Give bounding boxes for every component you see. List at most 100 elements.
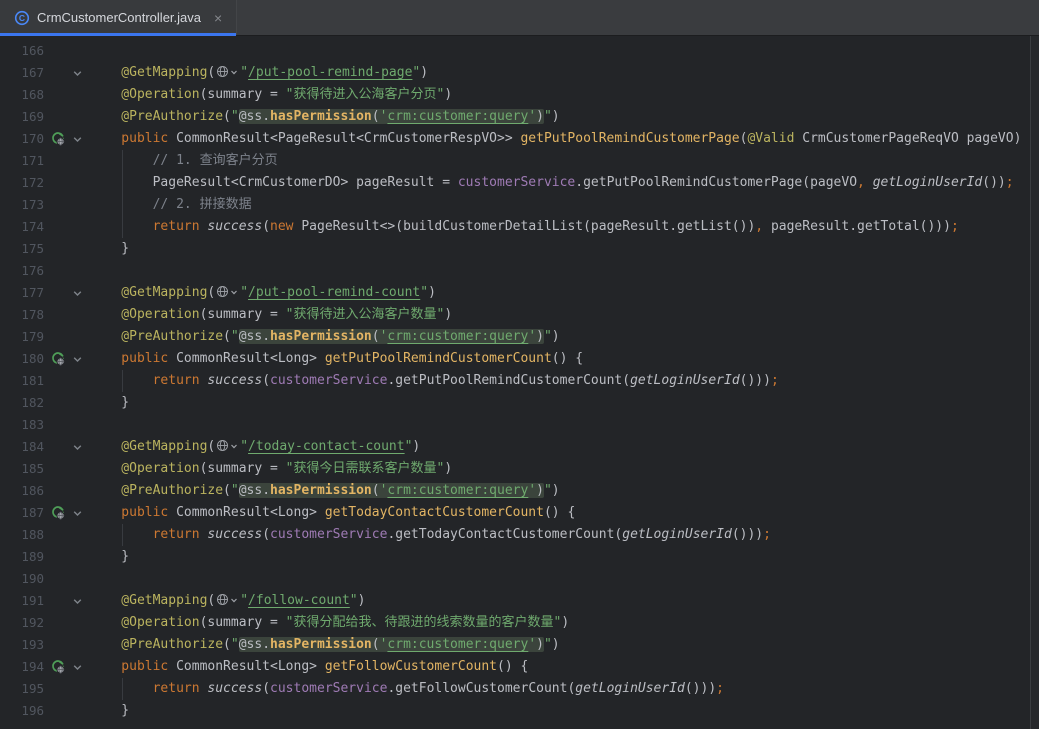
- code-token: ): [412, 439, 420, 454]
- code-line-text[interactable]: [90, 568, 1039, 590]
- code-token: ): [536, 637, 544, 652]
- fold-chevron[interactable]: [68, 508, 86, 519]
- code-line-text[interactable]: [90, 40, 1039, 62]
- code-token: crm:customer:query: [387, 637, 528, 652]
- tab-crmcustomercontroller[interactable]: C CrmCustomerController.java ×: [0, 0, 237, 35]
- fold-chevron[interactable]: [68, 442, 86, 453]
- code-line-text[interactable]: }: [90, 700, 1039, 722]
- editor-gutter: 179: [0, 326, 90, 348]
- line-number: 190: [0, 568, 44, 590]
- fold-chevron[interactable]: [68, 288, 86, 299]
- code-line-text[interactable]: public CommonResult<Long> getTodayContac…: [90, 502, 1039, 524]
- code-line-text[interactable]: }: [90, 546, 1039, 568]
- line-number: 172: [0, 172, 44, 194]
- code-line-text[interactable]: @GetMapping("/put-pool-remind-count"): [90, 282, 1039, 304]
- code-line-text[interactable]: [90, 260, 1039, 282]
- code-line-text[interactable]: public CommonResult<PageResult<CrmCustom…: [90, 128, 1039, 150]
- code-line-text[interactable]: @PreAuthorize("@ss.hasPermission('crm:cu…: [90, 106, 1039, 128]
- editor-gutter: 169: [0, 106, 90, 128]
- code-line-text[interactable]: @Operation(summary = "获得今日需联系客户数量"): [90, 458, 1039, 480]
- code-line: 193@PreAuthorize("@ss.hasPermission('crm…: [0, 634, 1039, 656]
- editor-gutter: 192: [0, 612, 90, 634]
- code-line-text[interactable]: public CommonResult<Long> getPutPoolRemi…: [90, 348, 1039, 370]
- tab-close-icon[interactable]: ×: [214, 10, 222, 26]
- code-line: 184@GetMapping("/today-contact-count"): [0, 436, 1039, 458]
- line-number: 182: [0, 392, 44, 414]
- injected-language-fragment: @ss.hasPermission('crm:customer:query'): [239, 483, 544, 498]
- code-line-text[interactable]: return success(new PageResult<>(buildCus…: [90, 216, 1039, 238]
- chevron-down-icon: [72, 596, 83, 607]
- chevron-down-icon: [72, 442, 83, 453]
- code-token: @GetMapping: [121, 65, 207, 80]
- chevron-down-icon: [230, 442, 238, 450]
- endpoint-gutter-icon[interactable]: [44, 351, 68, 367]
- code-line-text[interactable]: PageResult<CrmCustomerDO> pageResult = c…: [90, 172, 1039, 194]
- code-line-text[interactable]: @Operation(summary = "获得分配给我、待跟进的线索数量的客户…: [90, 612, 1039, 634]
- code-editor[interactable]: 166167@GetMapping("/put-pool-remind-page…: [0, 36, 1039, 729]
- code-line-text[interactable]: @PreAuthorize("@ss.hasPermission('crm:cu…: [90, 480, 1039, 502]
- code-line-text[interactable]: // 2. 拼接数据: [90, 194, 1039, 216]
- endpoint-gutter-icon[interactable]: [44, 131, 68, 147]
- code-line-text[interactable]: @GetMapping("/follow-count"): [90, 590, 1039, 612]
- code-token: @PreAuthorize: [121, 637, 223, 652]
- http-get-globe-inlay-icon[interactable]: [216, 439, 238, 452]
- code-line-text[interactable]: return success(customerService.getTodayC…: [90, 524, 1039, 546]
- code-token: ": [544, 109, 552, 124]
- java-class-icon: C: [14, 10, 30, 26]
- code-token: (: [372, 109, 380, 124]
- code-token: /today-contact-count: [248, 439, 405, 454]
- http-get-globe-inlay-icon[interactable]: [216, 65, 238, 78]
- code-token: ): [428, 285, 436, 300]
- code-line-text[interactable]: @GetMapping("/put-pool-remind-page"): [90, 62, 1039, 84]
- code-token: (summary =: [200, 461, 286, 476]
- editor-gutter: 191: [0, 590, 90, 612]
- code-line: 178 @Operation(summary = "获得待进入公海客户数量"): [0, 304, 1039, 326]
- code-token: ): [444, 307, 452, 322]
- code-line-text[interactable]: @Operation(summary = "获得待进入公海客户数量"): [90, 304, 1039, 326]
- code-line: 194public CommonResult<Long> getFollowCu…: [0, 656, 1039, 678]
- scrollbar-track[interactable]: [1030, 36, 1039, 729]
- code-line-text[interactable]: @GetMapping("/today-contact-count"): [90, 436, 1039, 458]
- code-token: CommonResult<Long>: [176, 351, 325, 366]
- code-line: 172 PageResult<CrmCustomerDO> pageResult …: [0, 172, 1039, 194]
- code-token: .: [262, 483, 270, 498]
- code-token: customerService: [458, 175, 575, 190]
- svg-text:C: C: [19, 13, 25, 23]
- code-line-text[interactable]: return success(customerService.getPutPoo…: [90, 370, 1039, 392]
- endpoint-gutter-icon[interactable]: [44, 505, 68, 521]
- code-line: 182}: [0, 392, 1039, 414]
- http-get-globe-inlay-icon[interactable]: [216, 285, 238, 298]
- code-line-text[interactable]: public CommonResult<Long> getFollowCusto…: [90, 656, 1039, 678]
- code-token: ": [240, 439, 248, 454]
- code-line: 176: [0, 260, 1039, 282]
- http-get-globe-inlay-icon[interactable]: [216, 593, 238, 606]
- fold-chevron[interactable]: [68, 596, 86, 607]
- code-line-text[interactable]: @PreAuthorize("@ss.hasPermission('crm:cu…: [90, 326, 1039, 348]
- code-token: ): [444, 461, 452, 476]
- code-token: CommonResult<Long>: [176, 659, 325, 674]
- code-token: success: [207, 681, 262, 696]
- code-line-text[interactable]: }: [90, 392, 1039, 414]
- code-line: 187public CommonResult<Long> getTodayCon…: [0, 502, 1039, 524]
- editor-gutter: 175: [0, 238, 90, 260]
- code-line-text[interactable]: @PreAuthorize("@ss.hasPermission('crm:cu…: [90, 634, 1039, 656]
- editor-tab-bar: C CrmCustomerController.java ×: [0, 0, 1039, 36]
- code-line: 177@GetMapping("/put-pool-remind-count"): [0, 282, 1039, 304]
- code-line-text[interactable]: [90, 414, 1039, 436]
- fold-chevron[interactable]: [68, 68, 86, 79]
- code-line-text[interactable]: // 1. 查询客户分页: [90, 150, 1039, 172]
- code-token: (: [223, 329, 231, 344]
- endpoint-gutter-icon[interactable]: [44, 659, 68, 675]
- code-token: pageResult.getTotal())): [763, 219, 951, 234]
- code-line-text[interactable]: @Operation(summary = "获得待进入公海客户分页"): [90, 84, 1039, 106]
- code-line-text[interactable]: return success(customerService.getFollow…: [90, 678, 1039, 700]
- fold-chevron[interactable]: [68, 134, 86, 145]
- code-token: ": [544, 483, 552, 498]
- line-number: 178: [0, 304, 44, 326]
- fold-chevron[interactable]: [68, 354, 86, 365]
- fold-chevron[interactable]: [68, 662, 86, 673]
- line-number: 175: [0, 238, 44, 260]
- code-token: // 1. 查询客户分页: [153, 153, 278, 168]
- code-line-text[interactable]: }: [90, 238, 1039, 260]
- endpoint-globe-icon: [50, 659, 66, 675]
